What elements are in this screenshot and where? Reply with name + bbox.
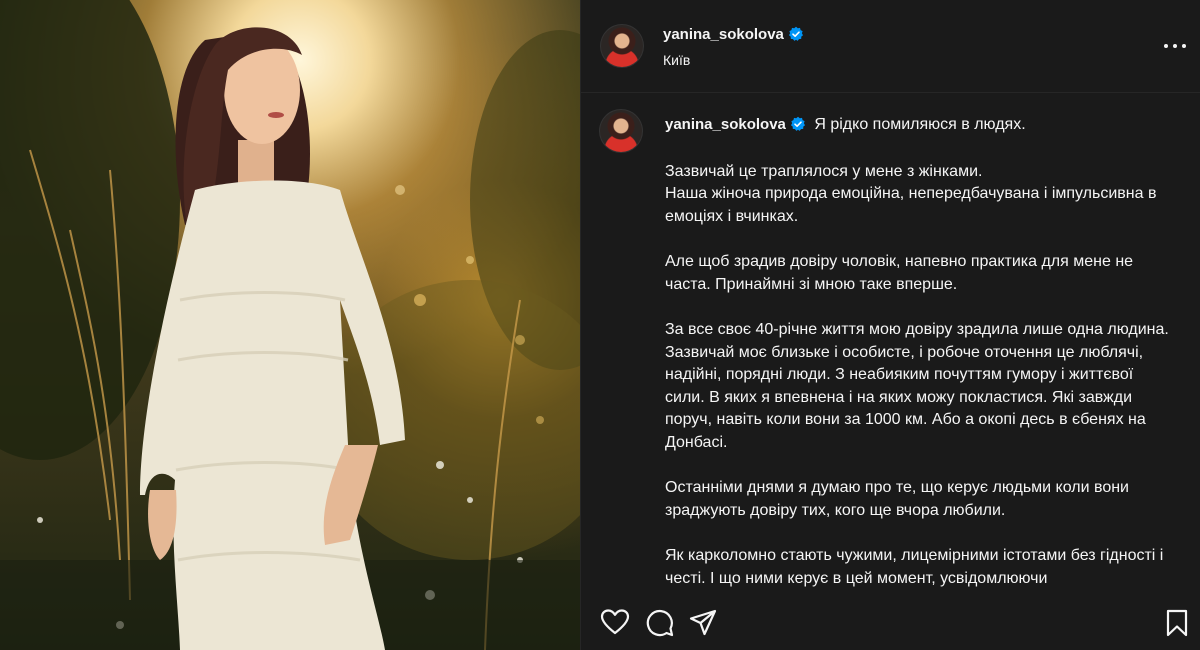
more-options-icon[interactable] [1164,36,1186,56]
caption-paragraph: Останніми днями я думаю про те, що керує… [665,479,1129,519]
bookmark-icon[interactable] [1164,608,1196,638]
caption-author-avatar[interactable] [600,110,642,152]
author-username-text[interactable]: yanina_sokolova [663,26,784,43]
comment-icon[interactable] [645,608,677,638]
share-icon[interactable] [688,608,720,638]
caption-paragraph: Зазвичай це траплялося у мене з жінками.… [665,162,1157,225]
caption-paragraph: Як карколомно стають чужими, лицемірними… [665,547,1164,587]
verified-badge-icon [788,26,803,41]
post-location[interactable]: Київ [663,52,690,68]
woman-figure [140,27,405,650]
caption-paragraph: Але щоб зрадив довіру чоловік, напевно п… [665,253,1134,293]
post-details-panel: yanina_sokolova Київ yanina_sokolova Я р… [580,0,1200,650]
comments-area[interactable]: yanina_sokolova Я рідко помиляюся в людя… [581,94,1200,594]
post-actions-bar [581,596,1200,650]
photo-illustration [0,0,580,650]
post-dialog: yanina_sokolova Київ yanina_sokolova Я р… [0,0,1200,650]
caption-username[interactable]: yanina_sokolova [665,116,806,133]
caption-first-line: yanina_sokolova Я рідко помиляюся в людя… [665,114,1175,137]
post-header: yanina_sokolova Київ [581,0,1200,93]
post-caption: yanina_sokolova Я рідко помиляюся в людя… [665,114,1175,594]
verified-badge-icon [790,116,805,131]
author-avatar[interactable] [601,25,643,67]
caption-paragraph: За все своє 40-річне життя мою довіру зр… [665,321,1169,451]
heart-icon[interactable] [600,608,632,638]
post-photo[interactable] [0,0,580,650]
caption-username-text[interactable]: yanina_sokolova [665,116,786,133]
author-username[interactable]: yanina_sokolova [663,26,804,43]
caption-text-first: Я рідко помиляюся в людях. [814,116,1026,133]
